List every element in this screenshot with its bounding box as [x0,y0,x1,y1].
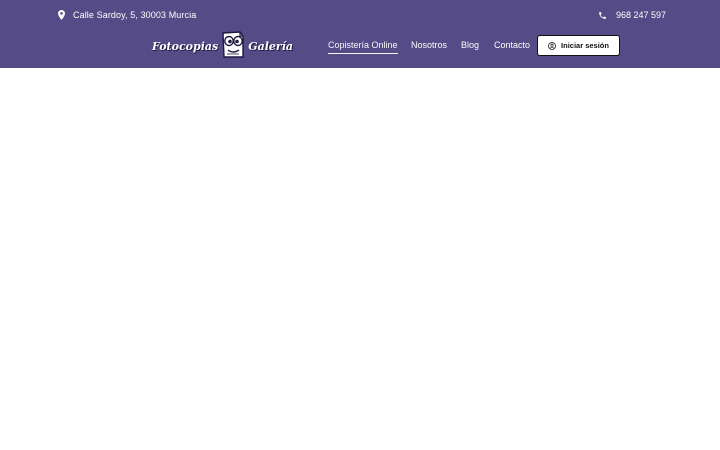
login-button[interactable]: Iniciar sesión [537,35,620,56]
phone-icon [598,11,607,20]
map-pin-icon [58,10,65,20]
site-header: Calle Sardoy, 5, 30003 Murcia 968 247 59… [0,0,720,68]
phone-info[interactable]: 968 247 597 [598,8,666,22]
logo-word-right: Galería [248,39,294,53]
phone-text: 968 247 597 [616,10,667,20]
main-content [0,68,720,450]
nav-item-contacto[interactable]: Contacto [494,38,530,54]
login-label: Iniciar sesión [561,41,609,50]
address-info: Calle Sardoy, 5, 30003 Murcia [58,8,196,22]
site-logo[interactable]: Fotocopias Galería [152,29,293,64]
mascot-icon [220,29,246,64]
address-text: Calle Sardoy, 5, 30003 Murcia [73,10,197,20]
nav-item-nosotros[interactable]: Nosotros [411,38,447,54]
nav-item-blog[interactable]: Blog [461,38,479,54]
nav-item-copisteria-online[interactable]: Copistería Online [328,38,398,54]
user-circle-icon [548,41,556,50]
logo-word-left: Fotocopias [152,39,219,53]
